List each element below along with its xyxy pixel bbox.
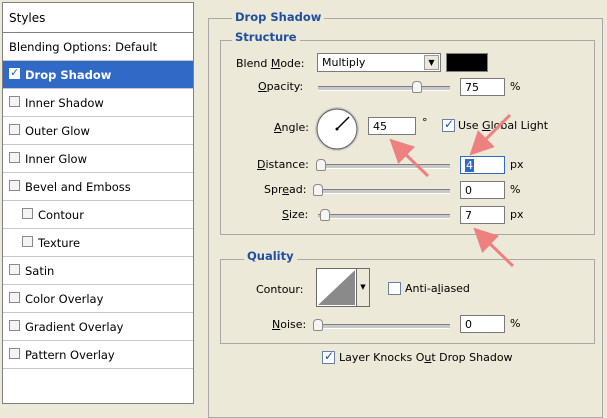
- angle-arrow: [389, 138, 430, 178]
- annotation-arrows: [389, 113, 515, 268]
- size-arrow: [473, 227, 515, 268]
- global-light-arrow: [469, 113, 512, 156]
